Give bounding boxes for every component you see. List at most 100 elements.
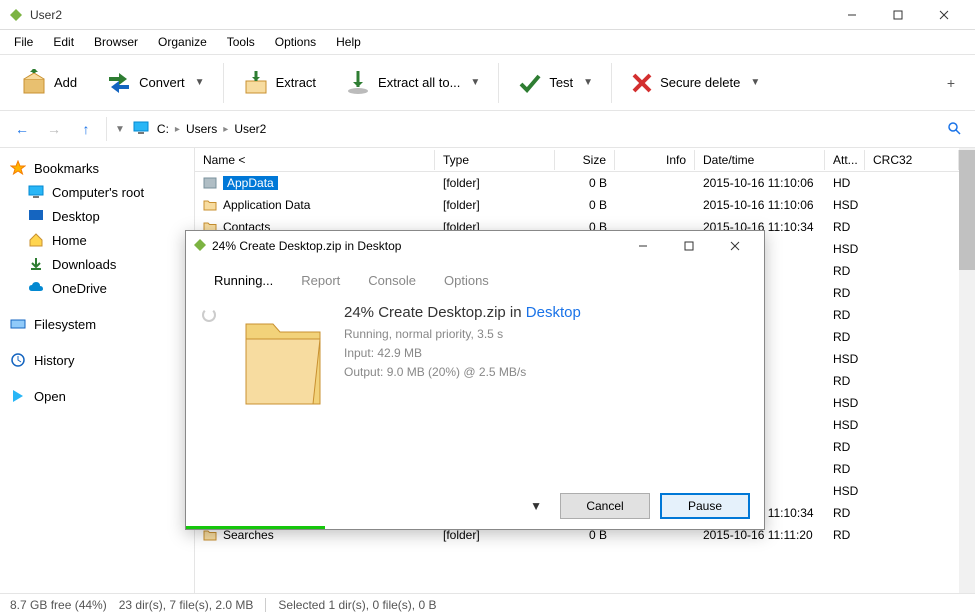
- menu-tools[interactable]: Tools: [219, 33, 263, 51]
- column-type[interactable]: Type: [435, 150, 555, 170]
- dialog-tab-running[interactable]: Running...: [200, 267, 287, 294]
- menu-organize[interactable]: Organize: [150, 33, 215, 51]
- table-row[interactable]: AppData[folder]0 B2015-10-16 11:10:06HD: [195, 172, 959, 194]
- dialog-minimize-button[interactable]: [620, 231, 666, 261]
- menu-help[interactable]: Help: [328, 33, 369, 51]
- window-minimize-button[interactable]: [829, 0, 875, 30]
- dialog-tab-report[interactable]: Report: [287, 267, 354, 294]
- sidebar-bookmarks[interactable]: Bookmarks: [4, 156, 190, 180]
- extract-all-label: Extract all to...: [378, 75, 460, 90]
- cell-info: [615, 533, 695, 537]
- breadcrumb-root-caret-icon[interactable]: ▼: [115, 124, 125, 135]
- dialog-pause-button[interactable]: Pause: [660, 493, 750, 519]
- breadcrumb-user2[interactable]: User2: [234, 122, 266, 136]
- dialog-close-button[interactable]: [712, 231, 758, 261]
- column-date[interactable]: Date/time: [695, 150, 825, 170]
- scrollbar-thumb[interactable]: [959, 150, 975, 270]
- cell-type: [folder]: [435, 174, 555, 192]
- sidebar-history[interactable]: History: [4, 348, 190, 372]
- search-button[interactable]: [943, 117, 965, 142]
- progress-dialog: 24% Create Desktop.zip in Desktop Runnin…: [185, 230, 765, 530]
- cell-name: Application Data: [195, 196, 435, 215]
- column-crc[interactable]: CRC32: [865, 150, 959, 170]
- menu-options[interactable]: Options: [267, 33, 324, 51]
- desktop-icon: [28, 208, 44, 224]
- cell-date: 2015-10-16 11:10:06: [695, 196, 825, 214]
- cell-crc: [865, 357, 959, 361]
- toolbar: Add Convert ▼ Extract Extract all to... …: [0, 54, 975, 110]
- dialog-input-line: Input: 42.9 MB: [344, 344, 748, 363]
- column-size[interactable]: Size: [555, 150, 615, 170]
- cell-crc: [865, 225, 959, 229]
- drive-icon: [10, 316, 26, 332]
- menu-browser[interactable]: Browser: [86, 33, 146, 51]
- dialog-heading-link[interactable]: Desktop: [526, 304, 581, 321]
- test-button[interactable]: Test ▼: [507, 64, 603, 102]
- dialog-titlebar[interactable]: 24% Create Desktop.zip in Desktop: [186, 231, 764, 261]
- cell-att: RD: [825, 504, 865, 522]
- sidebar-item-home[interactable]: Home: [4, 228, 190, 252]
- dialog-tab-options[interactable]: Options: [430, 267, 503, 294]
- add-button[interactable]: Add: [10, 63, 87, 103]
- cell-crc: [865, 401, 959, 405]
- cell-crc: [865, 511, 959, 515]
- dialog-more-caret-icon[interactable]: ▼: [522, 495, 550, 517]
- menu-edit[interactable]: Edit: [45, 33, 82, 51]
- folder-illustration: [238, 304, 328, 414]
- extract-button[interactable]: Extract: [232, 63, 326, 103]
- nav-forward-button[interactable]: →: [42, 121, 66, 137]
- sidebar-bookmarks-label: Bookmarks: [34, 161, 99, 176]
- cell-info: [615, 181, 695, 185]
- statusbar: 8.7 GB free (44%) 23 dir(s), 7 file(s), …: [0, 593, 975, 615]
- cell-size: 0 B: [555, 174, 615, 192]
- column-info[interactable]: Info: [615, 150, 695, 170]
- sidebar-item-onedrive[interactable]: OneDrive: [4, 276, 190, 300]
- cell-att: RD: [825, 262, 865, 280]
- breadcrumb-drive[interactable]: C:: [157, 122, 169, 136]
- sidebar-item-label: Desktop: [52, 209, 100, 224]
- cell-att: RD: [825, 328, 865, 346]
- cloud-icon: [28, 280, 44, 296]
- nav-back-button[interactable]: ←: [10, 121, 34, 137]
- sidebar-open[interactable]: Open: [4, 384, 190, 408]
- secure-delete-button[interactable]: Secure delete ▼: [620, 65, 770, 101]
- cell-info: [615, 203, 695, 207]
- secure-delete-caret-icon[interactable]: ▼: [750, 77, 760, 88]
- sidebar-item-computers-root[interactable]: Computer's root: [4, 180, 190, 204]
- convert-caret-icon[interactable]: ▼: [195, 77, 205, 88]
- extract-all-button[interactable]: Extract all to... ▼: [334, 63, 490, 103]
- dialog-progress-bar: [186, 526, 325, 529]
- monitor-icon[interactable]: [133, 120, 149, 139]
- cell-type: [folder]: [435, 196, 555, 214]
- dialog-output-line: Output: 9.0 MB (20%) @ 2.5 MB/s: [344, 363, 748, 382]
- sidebar-filesystem[interactable]: Filesystem: [4, 312, 190, 336]
- sidebar-item-desktop[interactable]: Desktop: [4, 204, 190, 228]
- column-name[interactable]: Name <: [195, 150, 435, 170]
- status-free-space: 8.7 GB free (44%): [10, 598, 107, 612]
- window-maximize-button[interactable]: [875, 0, 921, 30]
- breadcrumb-users[interactable]: Users: [186, 122, 217, 136]
- dialog-cancel-button[interactable]: Cancel: [560, 493, 650, 519]
- dialog-tab-console[interactable]: Console: [354, 267, 430, 294]
- nav-up-button[interactable]: ↑: [74, 121, 98, 137]
- navbar: ← → ↑ ▼ C: ▸ Users ▸ User2: [0, 110, 975, 148]
- table-header: Name < Type Size Info Date/time Att... C…: [195, 148, 959, 172]
- extract-label: Extract: [276, 75, 316, 90]
- vertical-scrollbar[interactable]: [959, 148, 975, 593]
- window-close-button[interactable]: [921, 0, 967, 30]
- home-icon: [28, 232, 44, 248]
- chevron-right-icon: ▸: [175, 124, 180, 135]
- chevron-right-icon: ▸: [223, 124, 228, 135]
- extract-all-caret-icon[interactable]: ▼: [470, 77, 480, 88]
- dialog-maximize-button[interactable]: [666, 231, 712, 261]
- toolbar-add-more-button[interactable]: +: [937, 69, 965, 97]
- sidebar-item-label: Downloads: [52, 257, 116, 272]
- sidebar-item-downloads[interactable]: Downloads: [4, 252, 190, 276]
- cell-crc: [865, 379, 959, 383]
- test-caret-icon[interactable]: ▼: [583, 77, 593, 88]
- column-att[interactable]: Att...: [825, 150, 865, 170]
- menu-file[interactable]: File: [6, 33, 41, 51]
- convert-button[interactable]: Convert ▼: [95, 63, 214, 103]
- table-row[interactable]: Application Data[folder]0 B2015-10-16 11…: [195, 194, 959, 216]
- cell-name: AppData: [195, 174, 435, 193]
